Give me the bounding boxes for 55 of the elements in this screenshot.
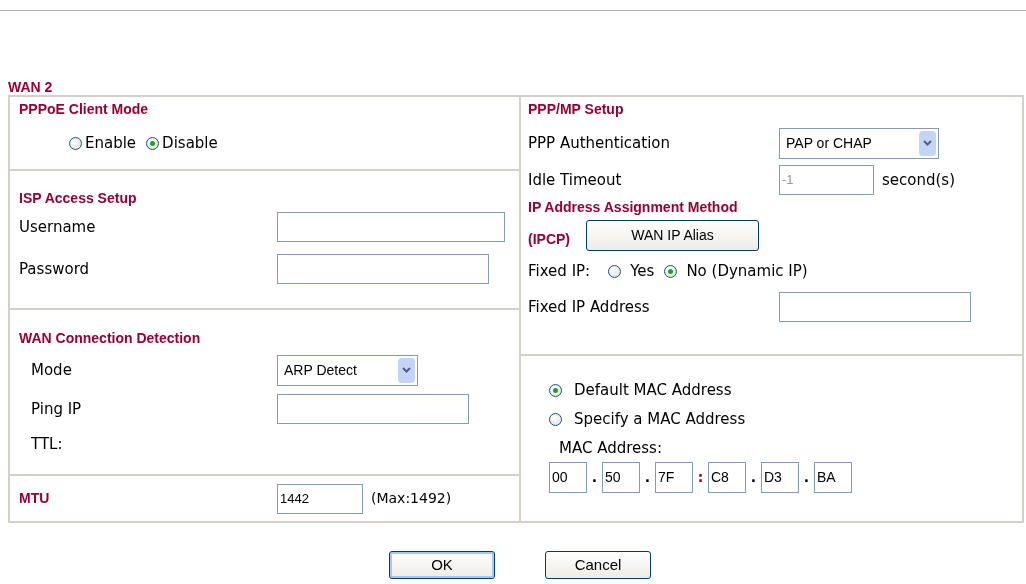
input-field[interactable]: BA bbox=[814, 462, 852, 493]
dropdown[interactable]: PAP or CHAP bbox=[779, 127, 939, 159]
radio-button[interactable] bbox=[69, 136, 82, 150]
field-label: Fixed IP: bbox=[528, 260, 591, 282]
field-label: No (Dynamic IP) bbox=[686, 260, 808, 282]
field-label: Fixed IP Address bbox=[528, 296, 651, 318]
radio-button[interactable] bbox=[146, 136, 160, 150]
page-title: WAN 2 bbox=[8, 77, 53, 97]
radio-button[interactable] bbox=[549, 413, 562, 426]
radio-button[interactable] bbox=[664, 264, 678, 278]
field-label: Password bbox=[19, 258, 91, 280]
section-heading: (IPCP) bbox=[528, 229, 570, 249]
field-label: Disable bbox=[162, 133, 218, 154]
field-label: Specify a MAC Address bbox=[574, 409, 746, 431]
input-field[interactable] bbox=[779, 292, 971, 322]
field-label: Mode bbox=[31, 359, 73, 381]
separator-mark: . bbox=[590, 468, 599, 487]
field-label: PPP Authentication bbox=[528, 132, 672, 154]
section-heading: WAN Connection Detection bbox=[19, 331, 202, 345]
wan-ip-alias-button[interactable]: WAN IP Alias bbox=[586, 219, 759, 251]
input-field[interactable]: 50 bbox=[602, 462, 640, 493]
input-field[interactable]: 7F bbox=[655, 462, 693, 493]
separator-mark: . bbox=[643, 468, 652, 487]
input-field[interactable] bbox=[277, 212, 505, 242]
section-heading: MTU bbox=[19, 489, 51, 508]
input-field[interactable]: 00 bbox=[549, 462, 587, 493]
input-field[interactable] bbox=[277, 254, 489, 284]
separator-mark: . bbox=[749, 468, 758, 487]
field-label: TTL: bbox=[31, 433, 63, 455]
section-heading: PPP/MP Setup bbox=[528, 102, 625, 116]
input-field[interactable] bbox=[277, 394, 469, 424]
separator-mark: . bbox=[802, 468, 811, 487]
field-label: (Max:1492) bbox=[371, 489, 452, 508]
caret-icon bbox=[919, 130, 936, 156]
field-label: Yes bbox=[630, 260, 655, 282]
input-field[interactable]: D3 bbox=[761, 462, 799, 493]
section-heading: ISP Access Setup bbox=[19, 191, 138, 205]
input-field[interactable]: C8 bbox=[708, 462, 746, 493]
separator-mark: : bbox=[696, 468, 705, 487]
dropdown[interactable]: ARP Detect bbox=[277, 354, 418, 386]
dialog-button[interactable]: OK bbox=[389, 551, 495, 579]
caret-icon bbox=[398, 357, 415, 383]
dialog-button[interactable]: Cancel bbox=[545, 551, 651, 579]
field-label: Username bbox=[19, 216, 97, 238]
field-label: Idle Timeout bbox=[528, 169, 623, 191]
field-label: MAC Address: bbox=[559, 437, 662, 459]
radio-button[interactable] bbox=[549, 384, 562, 397]
section-heading: PPPoE Client Mode bbox=[19, 102, 150, 116]
field-label: Enable bbox=[85, 133, 137, 154]
field-label: Default MAC Address bbox=[574, 380, 732, 402]
field-label: Ping IP bbox=[31, 398, 83, 420]
section-heading: IP Address Assignment Method bbox=[528, 200, 739, 214]
radio-button[interactable] bbox=[608, 264, 622, 278]
field-label: second(s) bbox=[882, 169, 955, 191]
input-field[interactable]: 1442 bbox=[277, 483, 363, 514]
